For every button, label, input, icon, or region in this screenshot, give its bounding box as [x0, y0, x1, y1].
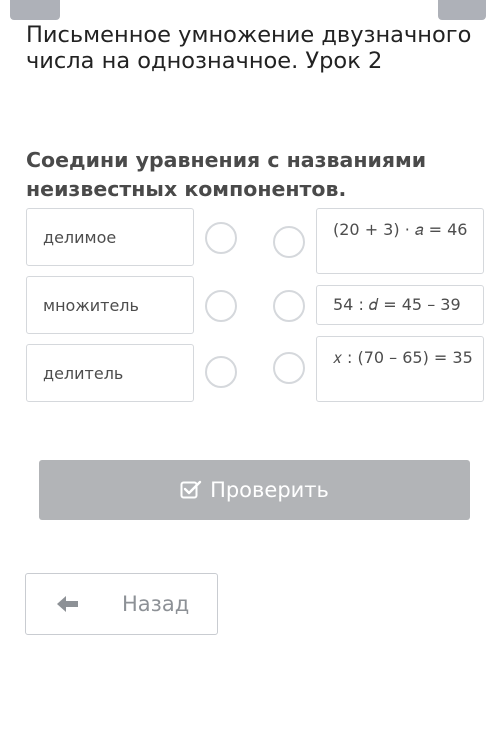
- right-connector-radio[interactable]: [273, 352, 305, 384]
- check-button[interactable]: Проверить: [39, 460, 470, 520]
- match-right-label: (20 + 3) · 𝑎 = 46: [333, 220, 468, 239]
- match-left-label: делитель: [43, 363, 124, 383]
- match-right-item[interactable]: 54 : 𝑑 = 45 – 39: [316, 285, 484, 325]
- back-button-label: Назад: [122, 592, 190, 616]
- match-right-label: 𝑥 : (70 – 65) = 35: [333, 348, 473, 367]
- check-square-icon: [180, 480, 202, 499]
- lesson-title: Письменное умножение двузначного числа н…: [26, 22, 472, 74]
- menu-button[interactable]: [10, 0, 60, 20]
- left-connector-radio[interactable]: [205, 290, 237, 322]
- left-connector-radio[interactable]: [205, 222, 237, 254]
- collapse-button[interactable]: [438, 0, 486, 20]
- check-button-label: Проверить: [210, 478, 329, 502]
- task-instruction: Соедини уравнения с названиями неизвестн…: [26, 148, 427, 201]
- left-connector-radio[interactable]: [205, 356, 237, 388]
- match-left-item[interactable]: делитель: [26, 344, 194, 402]
- right-connector-radio[interactable]: [273, 290, 305, 322]
- match-left-label: множитель: [43, 295, 139, 315]
- match-right-item[interactable]: (20 + 3) · 𝑎 = 46: [316, 208, 484, 274]
- match-right-item[interactable]: 𝑥 : (70 – 65) = 35: [316, 336, 484, 402]
- match-left-label: делимое: [43, 227, 117, 247]
- arrow-left-icon: [57, 596, 78, 612]
- back-button[interactable]: Назад: [25, 573, 218, 635]
- match-right-label: 54 : 𝑑 = 45 – 39: [333, 295, 461, 314]
- match-left-item[interactable]: множитель: [26, 276, 194, 334]
- match-left-item[interactable]: делимое: [26, 208, 194, 266]
- right-connector-radio[interactable]: [273, 226, 305, 258]
